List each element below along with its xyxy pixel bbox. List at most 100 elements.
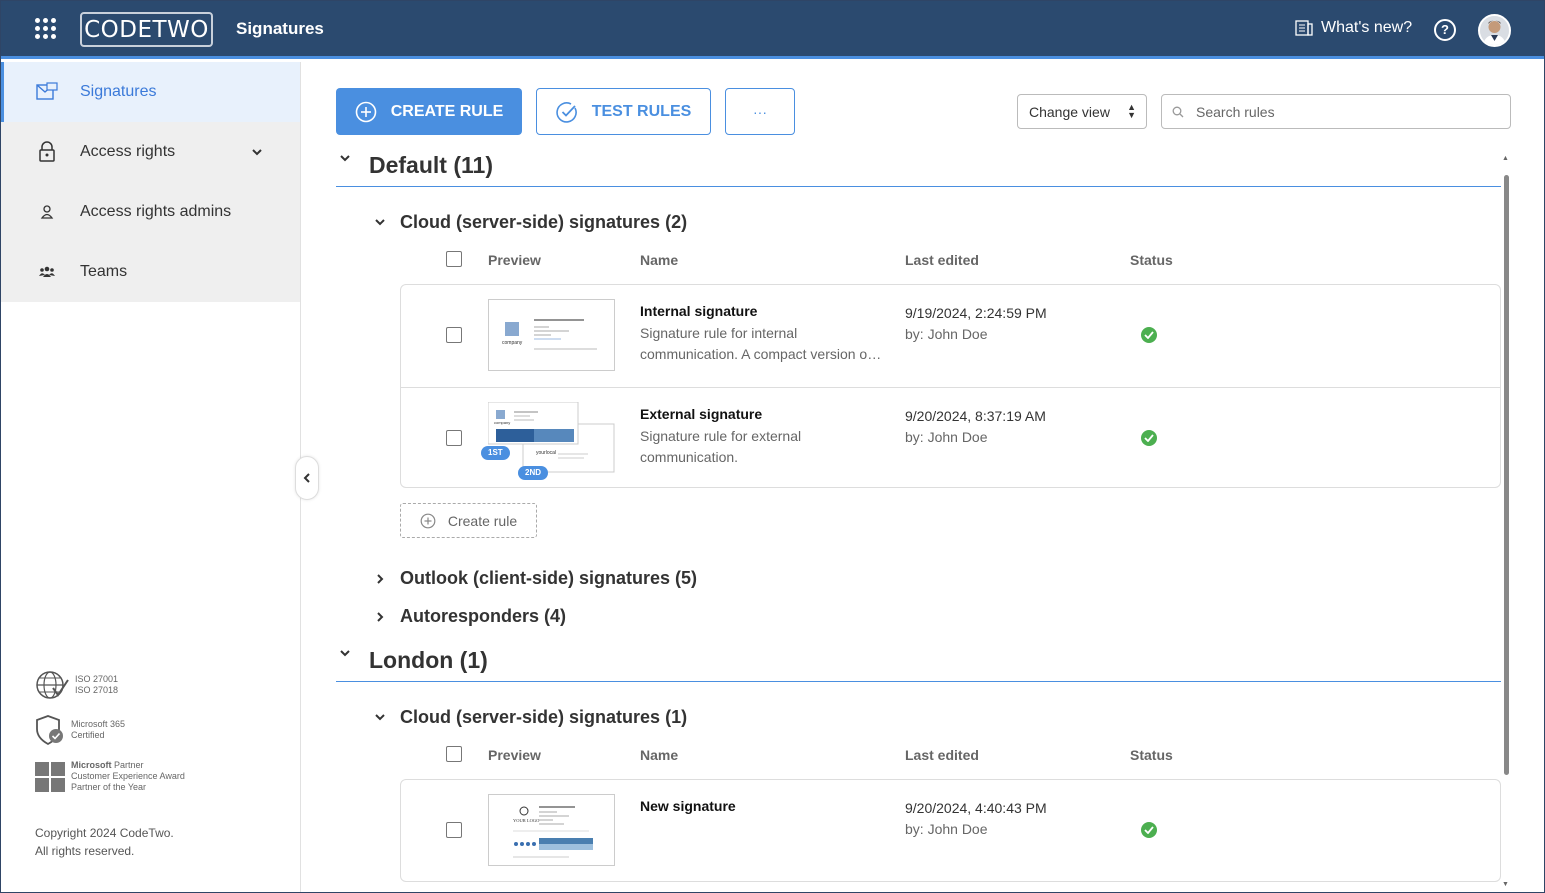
- test-rules-button[interactable]: TEST RULES: [536, 88, 711, 135]
- codetwo-logo[interactable]: CODETWO: [80, 12, 213, 47]
- create-rule-label: CREATE RULE: [390, 102, 504, 120]
- partner-line-3: Partner of the Year: [71, 782, 147, 792]
- scrollbar-thumb[interactable]: [1504, 175, 1509, 775]
- chevron-down-icon[interactable]: [339, 647, 359, 665]
- rule-description: Signature rule for internal communicatio…: [640, 325, 882, 362]
- edited-by: by: John Doe: [905, 429, 988, 445]
- user-avatar[interactable]: [1478, 14, 1511, 47]
- iso-cert: ISO 27001 ISO 27018: [35, 670, 185, 700]
- row-checkbox[interactable]: [446, 430, 462, 446]
- whats-new-label: What's new?: [1321, 19, 1413, 36]
- signatures-icon: [35, 80, 59, 104]
- subgroup-header-outlook[interactable]: Outlook (client-side) signatures (5): [371, 568, 697, 589]
- signature-preview[interactable]: company: [488, 299, 615, 371]
- team-icon: [35, 260, 59, 284]
- sidebar-nav: Signatures Access rights Access rights a…: [1, 62, 300, 302]
- chevron-down-icon[interactable]: [371, 713, 389, 723]
- create-rule-inline-button[interactable]: Create rule: [400, 503, 537, 538]
- rule-row[interactable]: YOUR LOGO New signature 9/20/2024, 4:40:…: [401, 780, 1500, 882]
- certifications: ISO 27001 ISO 27018 Microsoft 365 Certif…: [35, 670, 185, 807]
- signature-preview[interactable]: YOUR LOGO: [488, 794, 615, 866]
- change-view-label: Change view: [1029, 103, 1110, 120]
- select-all-checkbox[interactable]: [446, 746, 462, 762]
- plus-circle-icon: [355, 101, 377, 122]
- chevron-down-icon[interactable]: [371, 218, 389, 228]
- group-header-london[interactable]: London (1): [336, 647, 1501, 682]
- search-input[interactable]: Search rules: [1161, 94, 1511, 129]
- rules-list: YOUR LOGO New signature 9/20/2024, 4:40:…: [400, 779, 1501, 882]
- rule-name[interactable]: New signature: [640, 798, 736, 814]
- scroll-up-arrow-icon[interactable]: ▲: [1502, 155, 1509, 162]
- sidebar-item-teams[interactable]: Teams: [1, 242, 300, 302]
- whats-new-button[interactable]: What's new?: [1295, 19, 1412, 37]
- app-title: Signatures: [236, 19, 324, 38]
- sidebar-item-label: Access rights admins: [80, 203, 232, 220]
- subgroup-header-cloud-london[interactable]: Cloud (server-side) signatures (1): [371, 707, 687, 728]
- rule-row[interactable]: company Internal signature Signature rul…: [401, 285, 1500, 387]
- news-icon: [1295, 20, 1313, 36]
- sidebar-item-access-rights-admins[interactable]: Access rights admins: [1, 182, 300, 242]
- svg-text:company: company: [502, 340, 523, 346]
- status-active-icon: [1141, 327, 1157, 343]
- signature-preview[interactable]: yourlocal company 1ST 2ND: [481, 402, 615, 480]
- help-icon[interactable]: ?: [1434, 19, 1456, 41]
- partner-line-2: Customer Experience Award: [71, 771, 185, 781]
- partner-word: Partner: [114, 760, 144, 770]
- chevron-down-icon[interactable]: [251, 143, 263, 161]
- group-title: Default (11): [369, 152, 493, 178]
- svg-text:company: company: [494, 420, 510, 425]
- svg-text:yourlocal: yourlocal: [536, 450, 556, 456]
- rule-last-edited: 9/19/2024, 2:24:59 PM by: John Doe: [905, 303, 1047, 345]
- group-header-default[interactable]: Default (11): [336, 152, 1501, 187]
- copyright-line-1: Copyright 2024 CodeTwo.: [35, 826, 174, 840]
- column-header-name: Name: [640, 252, 679, 268]
- row-checkbox[interactable]: [446, 822, 462, 838]
- row-checkbox[interactable]: [446, 327, 462, 343]
- subgroup-header-cloud[interactable]: Cloud (server-side) signatures (2): [371, 212, 687, 233]
- sidebar-item-access-rights[interactable]: Access rights: [1, 122, 300, 182]
- svg-text:YOUR LOGO: YOUR LOGO: [513, 818, 540, 823]
- subgroup-title: Cloud (server-side) signatures (2): [400, 212, 688, 232]
- subgroup-header-autoresponders[interactable]: Autoresponders (4): [371, 606, 566, 627]
- create-rule-button[interactable]: CREATE RULE: [336, 88, 522, 135]
- status-active-icon: [1141, 430, 1157, 446]
- rule-description: Signature rule for external communicatio…: [640, 428, 802, 465]
- sidebar-item-label: Access rights: [80, 143, 176, 160]
- search-placeholder: Search rules: [1196, 103, 1275, 120]
- rule-name[interactable]: External signature: [640, 406, 762, 422]
- subgroup-title: Autoresponders (4): [400, 606, 567, 626]
- edited-date: 9/20/2024, 8:37:19 AM: [905, 408, 1046, 424]
- copyright: Copyright 2024 CodeTwo. All rights reser…: [35, 824, 174, 860]
- test-rules-label: TEST RULES: [591, 102, 692, 120]
- person-icon: [35, 200, 59, 224]
- column-header-name: Name: [640, 747, 679, 763]
- status-active-icon: [1141, 822, 1157, 838]
- ms-partner-cert: Microsoft Partner Customer Experience Aw…: [35, 760, 185, 793]
- rule-row[interactable]: yourlocal company 1ST 2ND External signat…: [401, 387, 1500, 489]
- sidebar-item-label: Signatures: [80, 83, 157, 100]
- ms365-cert: Microsoft 365 Certified: [35, 714, 185, 746]
- priority-badge-1st: 1ST: [481, 446, 510, 460]
- copyright-line-2: All rights reserved.: [35, 844, 135, 858]
- more-options-button[interactable]: ···: [725, 88, 795, 135]
- scroll-down-arrow-icon[interactable]: ▼: [1502, 881, 1509, 888]
- partner-brand: Microsoft: [71, 760, 112, 770]
- sidebar-item-label: Teams: [80, 263, 128, 280]
- rule-name[interactable]: Internal signature: [640, 303, 757, 319]
- lock-icon: [35, 140, 59, 164]
- rules-list: company Internal signature Signature rul…: [400, 284, 1501, 488]
- edited-by: by: John Doe: [905, 326, 988, 342]
- select-arrows-icon: ▲ ▼: [1127, 102, 1136, 120]
- sidebar: Signatures Access rights Access rights a…: [1, 62, 301, 892]
- create-rule-inline-label: Create rule: [447, 512, 518, 529]
- edited-by: by: John Doe: [905, 821, 988, 837]
- sidebar-item-signatures[interactable]: Signatures: [1, 62, 300, 122]
- chevron-right-icon[interactable]: [371, 573, 389, 585]
- check-circle-icon: [556, 101, 577, 123]
- chevron-right-icon[interactable]: [371, 611, 389, 623]
- select-all-checkbox[interactable]: [446, 251, 462, 267]
- chevron-down-icon[interactable]: [339, 152, 359, 170]
- change-view-select[interactable]: Change view ▲ ▼: [1017, 94, 1147, 129]
- app-launcher-icon[interactable]: [35, 18, 57, 40]
- top-bar: CODETWO Signatures What's new? ?: [1, 1, 1544, 59]
